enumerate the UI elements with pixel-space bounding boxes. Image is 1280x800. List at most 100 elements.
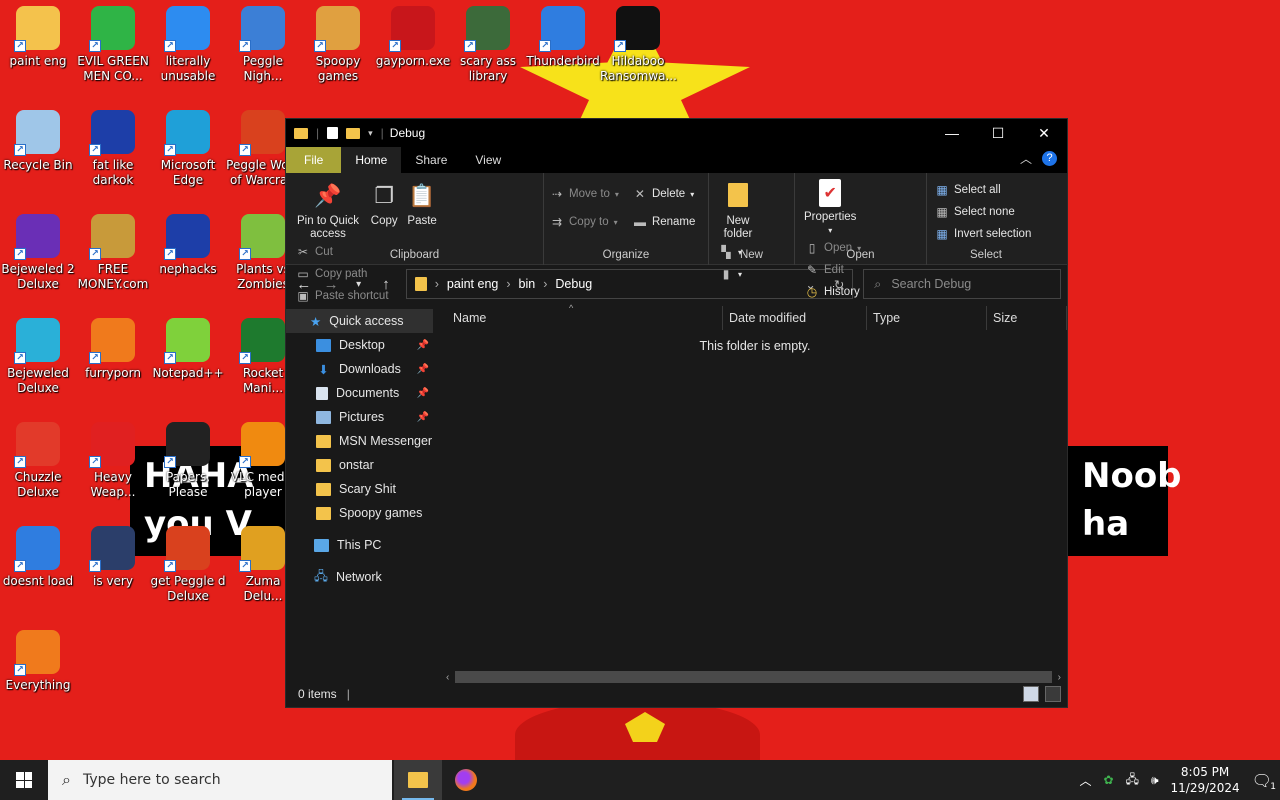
start-button[interactable] <box>0 760 48 800</box>
nav-network[interactable]: 🖧 Network <box>286 565 433 589</box>
address-bar[interactable]: › paint eng › bin › Debug ⌄ ↻ <box>405 269 854 299</box>
desktop-icon[interactable]: ↗ Bejeweled Deluxe <box>0 318 76 418</box>
volume-icon[interactable]: 🕪 <box>1151 773 1159 788</box>
paste-button[interactable]: 📋 Paste <box>407 179 436 228</box>
network-icon[interactable]: 🖧 <box>1126 770 1139 791</box>
nav-item-scary-shit[interactable]: Scary Shit <box>286 477 433 501</box>
invert-selection-button[interactable]: ▦ Invert selection <box>935 223 1031 245</box>
tab-share[interactable]: Share <box>401 147 461 173</box>
column-name[interactable]: Name <box>447 306 723 330</box>
desktop-icon[interactable]: ↗ doesnt load <box>0 526 76 626</box>
properties-button[interactable]: ✔ Properties ▾ <box>804 179 856 237</box>
nav-network-label: Network <box>335 570 382 584</box>
desktop-icon[interactable]: ↗ Hildaboo Ransomwa... <box>600 6 677 106</box>
select-none-button[interactable]: ▦ Select none <box>935 201 1031 223</box>
desktop-icon[interactable]: ↗ Everything <box>0 630 76 730</box>
download-icon: ⬇ <box>318 362 329 377</box>
easy-access-button[interactable]: ▮ ▾ <box>719 263 742 285</box>
desktop-icon[interactable]: ↗ Spoopy games <box>300 6 376 106</box>
paste-shortcut-button[interactable]: ▣ Paste shortcut <box>296 285 388 307</box>
desktop-icon[interactable]: ↗ Recycle Bin <box>0 110 76 210</box>
nav-this-pc[interactable]: This PC <box>286 533 433 557</box>
new-folder-icon[interactable] <box>346 127 361 139</box>
breadcrumb-bin[interactable]: bin <box>519 277 536 291</box>
desktop-icon[interactable]: ↗ FREE MONEY.com <box>75 214 151 314</box>
desktop-icon[interactable]: ↗ get Peggle d Deluxe <box>150 526 226 626</box>
msn-tray-icon[interactable]: ✿ <box>1104 773 1114 787</box>
nav-item-onstar[interactable]: onstar <box>286 453 433 477</box>
clock[interactable]: 8:05 PM 11/29/2024 <box>1171 764 1240 796</box>
taskbar-firefox[interactable] <box>442 760 490 800</box>
desktop-icon[interactable]: ↗ scary ass library <box>450 6 526 106</box>
breadcrumb-paint-eng[interactable]: paint eng <box>447 277 498 291</box>
navigation-bar: ← → ▾ ↑ › paint eng › bin › Debug ⌄ ↻ ⌕ … <box>286 265 1067 303</box>
taskbar-search-box[interactable]: ⌕ Type here to search <box>48 760 392 800</box>
desktop-icon[interactable]: ↗ nephacks <box>150 214 226 314</box>
divider: | <box>380 126 384 140</box>
tab-view[interactable]: View <box>461 147 515 173</box>
tab-file[interactable]: File <box>286 147 342 173</box>
column-size[interactable]: Size <box>987 306 1067 330</box>
search-box[interactable]: ⌕ Search Debug <box>863 269 1062 299</box>
new-folder-button[interactable]: New folder <box>718 179 758 241</box>
nav-item-downloads[interactable]: ⬇ Downloads 📌 <box>286 357 433 381</box>
rename-button[interactable]: ▬ Rename <box>633 211 695 233</box>
close-button[interactable]: ✕ <box>1021 119 1067 147</box>
column-type[interactable]: Type <box>867 306 987 330</box>
desktop-icon-label: Spoopy games <box>315 54 361 83</box>
select-all-button[interactable]: ▦ Select all <box>935 179 1031 201</box>
desktop-icon[interactable]: ↗ fat like darkok <box>75 110 151 210</box>
desktop-icon[interactable]: ↗ Bejeweled 2 Deluxe <box>0 214 76 314</box>
delete-button[interactable]: ✕ Delete ▾ <box>633 183 695 205</box>
desktop-icon[interactable]: ↗ Chuzzle Deluxe <box>0 422 76 522</box>
collapse-ribbon-icon[interactable]: ︿ <box>1020 150 1032 167</box>
desktop-icon[interactable]: ↗ furryporn <box>75 318 151 418</box>
desktop-icon[interactable]: ↗ Microsoft Edge <box>150 110 226 210</box>
edit-button[interactable]: ✎ Edit <box>805 259 861 281</box>
desktop-icon[interactable]: ↗ Heavy Weap... <box>75 422 151 522</box>
nav-item-spoopy-games[interactable]: Spoopy games <box>286 501 433 525</box>
new-folder-label: New folder <box>723 215 753 240</box>
nav-item-desktop[interactable]: Desktop 📌 <box>286 333 433 357</box>
copy-to-button[interactable]: ⇉ Copy to ▾ <box>550 211 619 233</box>
tab-home[interactable]: Home <box>341 147 402 173</box>
move-to-button[interactable]: ⇢ Move to ▾ <box>550 183 619 205</box>
desktop-icon[interactable]: ↗ Thunderbird <box>525 6 601 106</box>
nav-item-msn-messenger[interactable]: MSN Messenger <box>286 429 433 453</box>
ribbon-group-select: ▦ Select all ▦ Select none ▦ Invert selecti… <box>927 173 1045 265</box>
breadcrumb-debug[interactable]: Debug <box>555 277 592 291</box>
show-hidden-icons-icon[interactable]: ︿ <box>1079 772 1091 789</box>
taskbar-search-placeholder: Type here to search <box>82 772 221 788</box>
desktop-icon[interactable]: ↗ literally unusable <box>150 6 226 106</box>
chevron-down-icon[interactable]: ▾ <box>368 128 373 139</box>
select-all-icon: ▦ <box>936 183 948 197</box>
copy-path-button[interactable]: ▭ Copy path <box>296 263 389 285</box>
desktop-icon[interactable]: ↗ EVIL GREEN MEN CO... <box>75 6 151 106</box>
nav-item-pictures[interactable]: Pictures 📌 <box>286 405 433 429</box>
help-icon[interactable]: ? <box>1042 151 1057 166</box>
maximize-button[interactable]: ☐ <box>975 119 1021 147</box>
new-group-label: New <box>739 249 763 261</box>
desktop-icon[interactable]: ↗ Notepad++ <box>150 318 226 418</box>
column-date-modified[interactable]: Date modified <box>723 306 867 330</box>
copy-button[interactable]: ❐ Copy <box>370 179 398 228</box>
select-all-label: Select all <box>954 184 1001 196</box>
large-icons-view-button[interactable] <box>1045 686 1061 702</box>
history-button[interactable]: ◷ History <box>805 281 861 303</box>
gem-icon: ↗ <box>14 318 60 364</box>
desktop-icon[interactable]: ↗ Peggle Nigh... <box>225 6 301 106</box>
desktop-icon[interactable]: ↗ is very <box>75 526 151 626</box>
nav-item-documents[interactable]: Documents 📌 <box>286 381 433 405</box>
nav-quick-access[interactable]: ★ Quick access <box>286 309 433 333</box>
properties-icon[interactable] <box>327 127 339 139</box>
notifications-icon[interactable]: 🗨 1 <box>1252 771 1276 792</box>
pin-to-quick-access-button[interactable]: 📌 Pin to Quick access <box>295 179 361 241</box>
details-view-button[interactable] <box>1023 686 1039 702</box>
minimize-button[interactable]: — <box>929 119 975 147</box>
desktop-icon[interactable]: ↗ paint eng <box>0 6 76 106</box>
taskbar-file-explorer[interactable] <box>394 760 442 800</box>
nav-item-label: MSN Messenger <box>339 434 433 448</box>
peggle-icon: ↗ <box>164 526 210 572</box>
desktop-icon[interactable]: ↗ gayporn.exe <box>375 6 451 106</box>
desktop-icon[interactable]: ↗ Papers, Please <box>150 422 226 522</box>
